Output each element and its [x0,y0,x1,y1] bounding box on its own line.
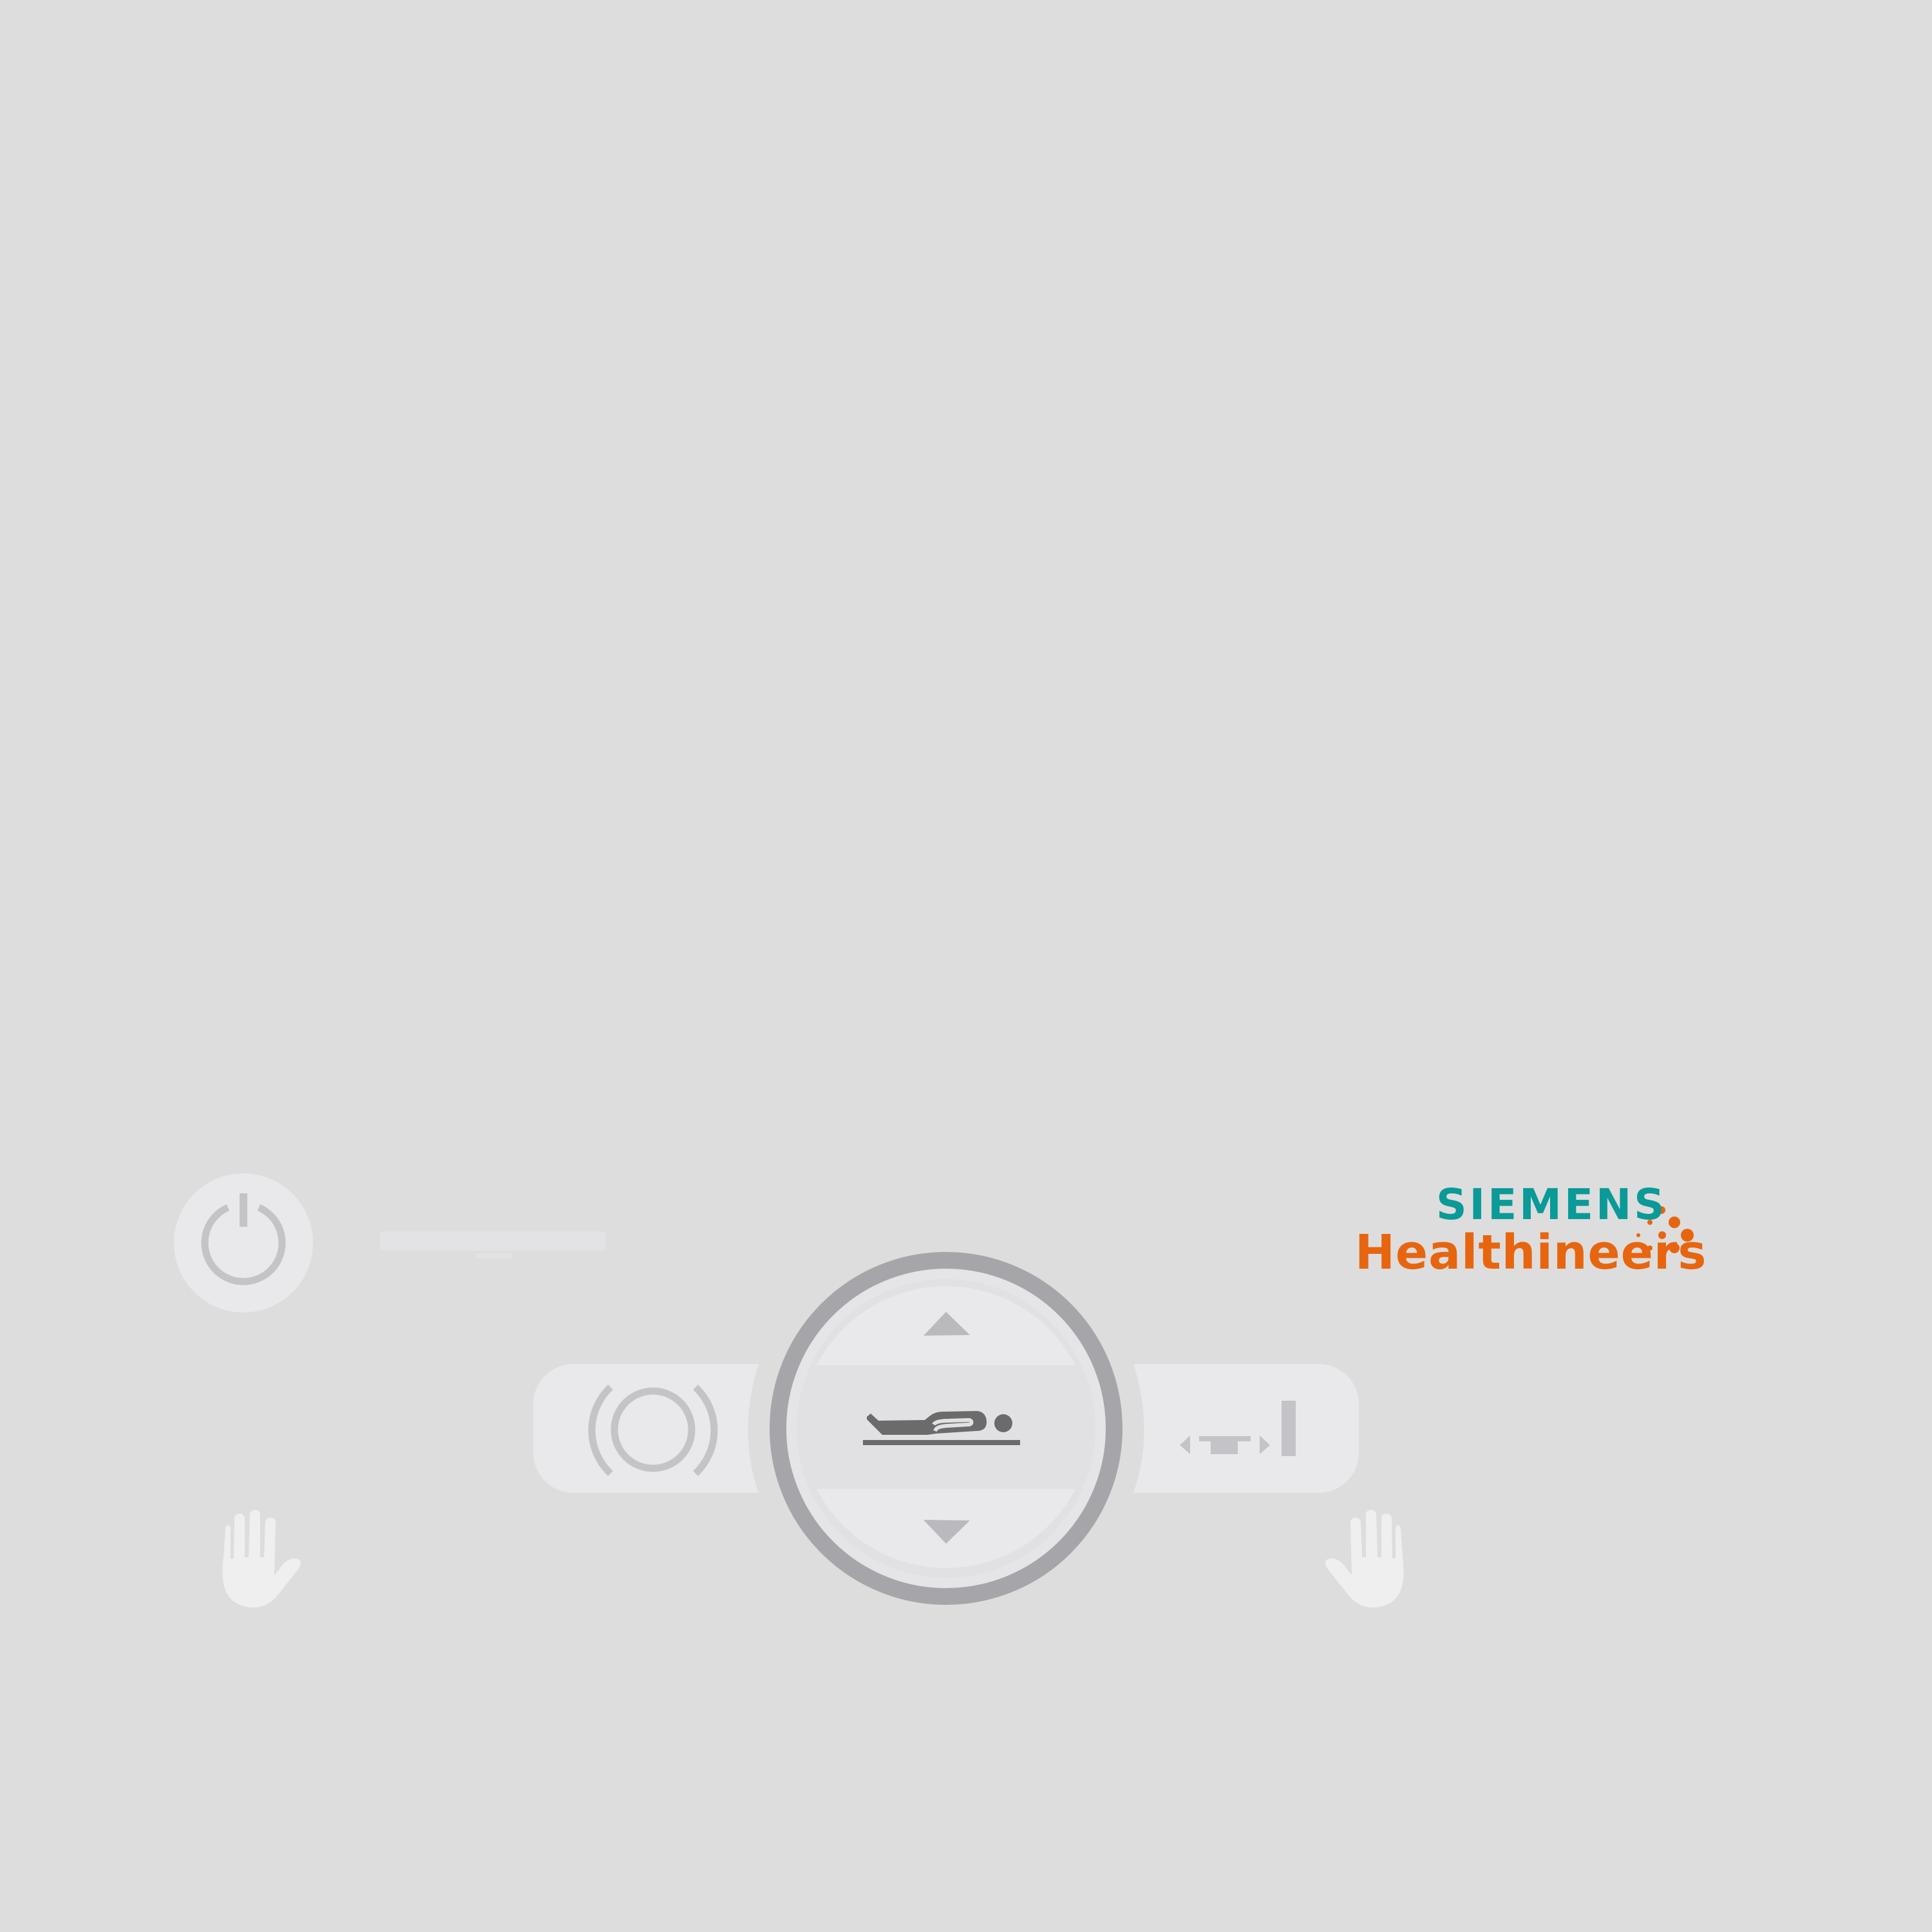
control-panel-graphics [174,1173,1694,1608]
stop-hand-icon [1325,1510,1404,1608]
patient-position-button[interactable] [805,1369,1088,1485]
move-to-gantry-button[interactable] [1133,1364,1359,1493]
stop-hand-icon [222,1510,301,1608]
stop-right-button[interactable] [1325,1510,1404,1608]
status-indicator [380,1231,605,1258]
stop-left-button[interactable] [222,1510,301,1608]
brand-siemens: SIEMENS [1436,1180,1667,1229]
brand-healthineers: Healthineers [1355,1225,1707,1280]
home-position-button[interactable] [533,1364,759,1493]
control-panel: SIEMENS Healthineers [0,0,1932,1932]
power-button[interactable] [174,1173,313,1312]
